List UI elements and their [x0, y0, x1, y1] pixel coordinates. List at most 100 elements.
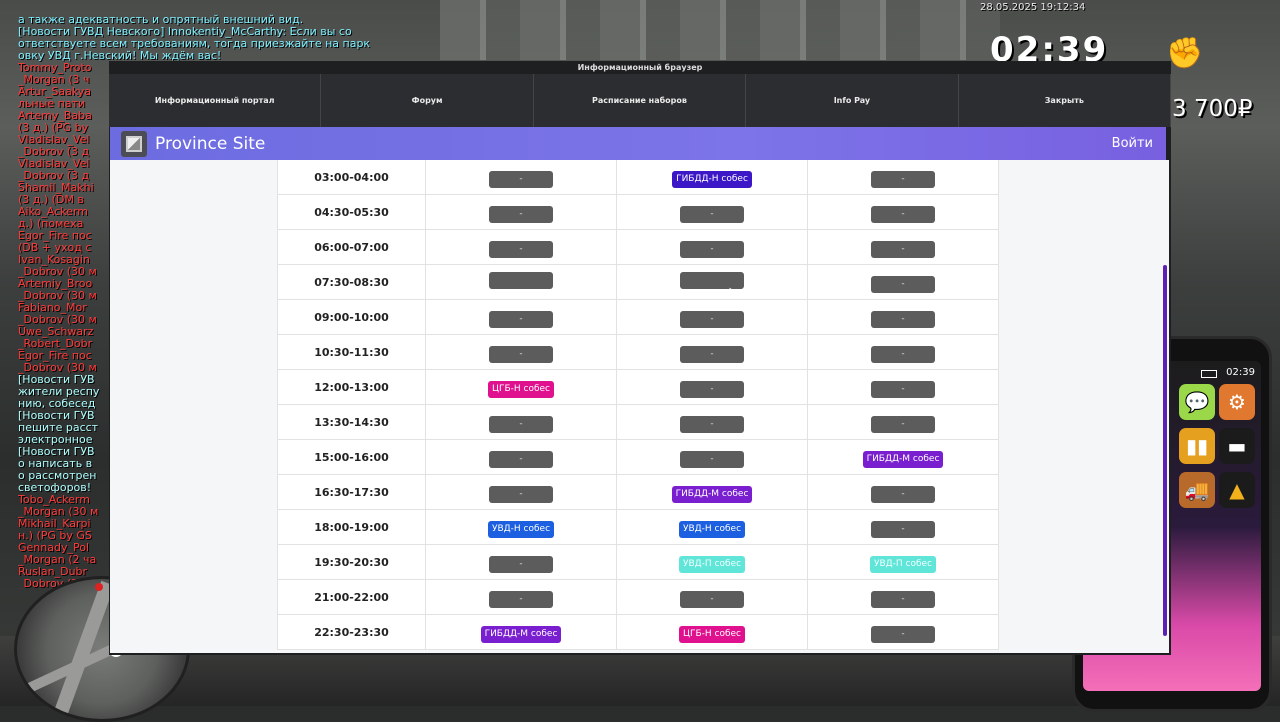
schedule-cell: УВД-П собес: [807, 544, 999, 580]
interview-badge[interactable]: УВД-Н собес: [487, 521, 555, 538]
empty-slot-button[interactable]: -: [489, 416, 553, 433]
interview-badge[interactable]: ЦГБ-Н собес: [678, 626, 746, 643]
schedule-cell: -: [425, 439, 617, 475]
empty-slot-button[interactable]: -: [871, 381, 935, 398]
tab-info-portal[interactable]: Информационный портал: [109, 74, 322, 127]
time-slot-label: 12:00-13:00: [277, 369, 426, 405]
empty-slot-button[interactable]: [489, 271, 553, 289]
time-slot-label: 19:30-20:30: [277, 544, 426, 580]
schedule-cell: -: [425, 299, 617, 335]
schedule-cell: -: [807, 264, 999, 300]
empty-slot-button[interactable]: -: [489, 206, 553, 223]
empty-slot-button[interactable]: -: [871, 241, 935, 258]
empty-slot-button[interactable]: -: [489, 346, 553, 363]
empty-slot-button[interactable]: -: [680, 311, 744, 328]
interview-badge[interactable]: ГИБДД-М собес: [862, 451, 944, 468]
empty-slot-button[interactable]: -: [489, 451, 553, 468]
schedule-cell: -: [616, 334, 808, 370]
table-row: 06:00-07:00 - - -: [277, 229, 999, 265]
empty-slot-button[interactable]: -: [680, 241, 744, 258]
interview-badge[interactable]: УВД-Н собес: [678, 521, 746, 538]
schedule-cell: -: [807, 229, 999, 265]
time-slot-label: 21:00-22:00: [277, 579, 426, 615]
schedule-cell: ГИБДД-М собес: [425, 614, 617, 650]
empty-slot-button[interactable]: -: [871, 311, 935, 328]
empty-slot-button[interactable]: -: [489, 171, 553, 188]
table-row: 21:00-22:00 - - -: [277, 579, 999, 615]
close-button[interactable]: Закрыть: [958, 74, 1172, 127]
empty-slot-button[interactable]: -: [871, 521, 935, 538]
tab-info-pay[interactable]: Info Pay: [746, 74, 959, 127]
table-row: 13:30-14:30 - - -: [277, 404, 999, 440]
empty-slot-button[interactable]: -: [871, 591, 935, 608]
empty-slot-button[interactable]: -: [680, 206, 744, 223]
schedule-cell: -: [425, 579, 617, 615]
empty-slot-button[interactable]: -: [680, 451, 744, 468]
schedule-cell: ГИБДД-Н собес: [616, 160, 808, 195]
money-counter: 3 700₽: [1172, 96, 1253, 122]
interview-badge[interactable]: УВД-П собес: [869, 556, 937, 573]
phone-time: 02:39: [1226, 367, 1255, 378]
interview-badge[interactable]: ЦГБ-Н собес: [487, 381, 555, 398]
table-row: 09:00-10:00 - - -: [277, 299, 999, 335]
empty-slot-button[interactable]: -: [871, 626, 935, 643]
tab-forum[interactable]: Форум: [321, 74, 534, 127]
schedule-cell: -: [807, 579, 999, 615]
navigator-app-icon[interactable]: ▲: [1219, 472, 1255, 508]
housing-app-icon[interactable]: ▬: [1219, 428, 1255, 464]
empty-slot-button[interactable]: -: [871, 416, 935, 433]
building: [440, 0, 1000, 60]
empty-slot-button[interactable]: -: [871, 206, 935, 223]
table-row: 22:30-23:30 ГИБДД-М собес ЦГБ-Н собес -: [277, 614, 999, 650]
time-slot-label: 22:30-23:30: [277, 614, 426, 650]
schedule-cell: ГИБДД-М собес: [807, 439, 999, 475]
messages-app-icon[interactable]: 💬: [1179, 384, 1215, 420]
interview-badge[interactable]: ГИБДД-М собес: [671, 486, 753, 503]
table-row: 18:00-19:00 УВД-Н собес УВД-Н собес -: [277, 509, 999, 545]
table-row: 16:30-17:30 - ГИБДД-М собес -: [277, 474, 999, 510]
empty-slot-button[interactable]: -: [871, 346, 935, 363]
schedule-cell: -: [616, 579, 808, 615]
schedule-cell: -: [425, 229, 617, 265]
empty-slot-button[interactable]: -: [489, 556, 553, 573]
tab-recruitment-schedule[interactable]: Расписание наборов: [533, 74, 747, 127]
empty-slot-button[interactable]: -: [489, 241, 553, 258]
empty-slot-button[interactable]: -: [489, 486, 553, 503]
empty-slot-button[interactable]: -: [489, 591, 553, 608]
settings-app-icon[interactable]: ⚙: [1219, 384, 1255, 420]
table-row: 12:00-13:00 ЦГБ-Н собес - -: [277, 369, 999, 405]
schedule-cell: -: [616, 369, 808, 405]
site-logo-icon: [121, 130, 147, 157]
empty-slot-button[interactable]: -: [871, 276, 935, 293]
empty-slot-button[interactable]: -: [680, 346, 744, 363]
schedule-cell: УВД-Н собес: [616, 509, 808, 545]
site-header: Province Site Войти: [110, 127, 1166, 160]
interview-badge[interactable]: ГИБДД-Н собес: [672, 171, 752, 188]
interview-badge[interactable]: ГИБДД-М собес: [480, 626, 562, 643]
time-slot-label: 18:00-19:00: [277, 509, 426, 545]
time-slot-label: 15:00-16:00: [277, 439, 426, 475]
login-button[interactable]: Войти: [1112, 136, 1153, 151]
table-row: 19:30-20:30 - УВД-П собес УВД-П собес: [277, 544, 999, 580]
empty-slot-button[interactable]: -: [680, 591, 744, 608]
schedule-cell: -: [807, 614, 999, 650]
map-marker-icon: [95, 583, 103, 591]
browser-tabs: Информационный портал Форум Расписание н…: [109, 74, 1172, 127]
schedule-cell: -: [425, 194, 617, 230]
tow-truck-app-icon[interactable]: 🚚: [1179, 472, 1215, 508]
scrollbar[interactable]: [1163, 265, 1167, 636]
empty-slot-button[interactable]: -: [871, 171, 935, 188]
empty-slot-button[interactable]: -: [871, 486, 935, 503]
battery-icon: [1201, 370, 1217, 378]
empty-slot-button[interactable]: -: [680, 416, 744, 433]
browser-title: Информационный браузер: [577, 63, 703, 72]
site-logo[interactable]: Province Site: [121, 130, 265, 157]
schedule-cell: ЦГБ-Н собес: [425, 369, 617, 405]
table-row: 10:30-11:30 - - -: [277, 334, 999, 370]
interview-badge[interactable]: УВД-П собес: [678, 556, 746, 573]
empty-slot-button[interactable]: -: [680, 381, 744, 398]
date-time: 28.05.2025 19:12:34: [980, 2, 1086, 13]
empty-slot-button[interactable]: -: [489, 311, 553, 328]
stats-app-icon[interactable]: ▮▮: [1179, 428, 1215, 464]
schedule-cell: -: [616, 194, 808, 230]
